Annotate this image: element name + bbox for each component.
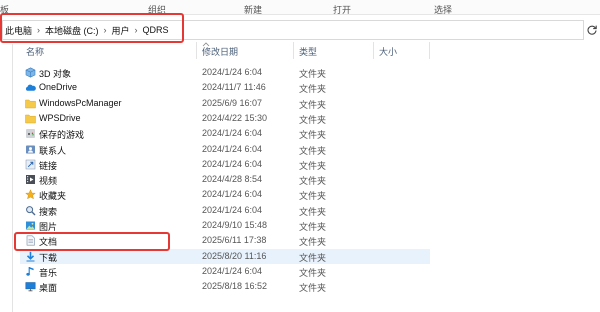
file-type: 文件夹 — [299, 206, 327, 217]
ribbon-group-new[interactable]: 新建 — [244, 3, 262, 16]
file-date-modified: 2025/8/20 11:16 — [202, 250, 267, 261]
file-type: 文件夹 — [299, 267, 327, 278]
onedrive-cloud-icon — [25, 84, 36, 92]
file-type: 文件夹 — [299, 176, 327, 187]
ribbon-group-open[interactable]: 打开 — [333, 3, 351, 16]
file-type: 文件夹 — [299, 69, 327, 79]
file-row[interactable]: 视频 2024/4/28 8:54 文件夹 — [20, 172, 430, 187]
file-row[interactable]: 搜索 2024/1/24 6:04 文件夹 — [20, 203, 430, 218]
file-date-modified: 2024/4/22 15:30 — [202, 112, 268, 123]
column-divider[interactable] — [196, 42, 197, 59]
file-name: 保存的游戏 — [39, 130, 85, 141]
file-date-modified: 2024/11/7 11:46 — [202, 82, 266, 93]
file-row[interactable]: OneDrive 2024/11/7 11:46 文件夹 — [20, 80, 430, 95]
column-divider[interactable] — [429, 42, 430, 59]
file-row[interactable]: 音乐 2024/1/24 6:04 文件夹 — [20, 264, 430, 279]
column-divider[interactable] — [293, 42, 294, 59]
music-note-icon — [26, 266, 34, 276]
column-header-name[interactable]: 名称 — [26, 45, 44, 58]
contacts-icon — [26, 145, 35, 153]
address-highlight-box — [0, 13, 184, 43]
3d-objects-icon — [25, 67, 36, 78]
file-row[interactable]: 3D 对象 2024/1/24 6:04 文件夹 — [20, 65, 430, 80]
file-date-modified: 2025/6/9 16:07 — [202, 97, 263, 108]
desktop-icon — [25, 282, 36, 292]
file-date-modified: 2024/9/10 15:48 — [202, 220, 268, 230]
file-date-modified: 2024/1/24 6:04 — [202, 189, 263, 200]
file-name: 下载 — [39, 252, 58, 263]
file-name: 链接 — [39, 160, 58, 171]
file-name: 视频 — [39, 176, 58, 187]
file-type: 文件夹 — [299, 130, 327, 141]
file-name: 桌面 — [39, 283, 58, 294]
file-row[interactable]: WPSDrive 2024/4/22 15:30 文件夹 — [20, 111, 430, 126]
file-row[interactable]: 保存的游戏 2024/1/24 6:04 文件夹 — [20, 126, 430, 141]
file-date-modified: 2024/1/24 6:04 — [202, 67, 263, 77]
file-date-modified: 2024/1/24 6:04 — [202, 158, 263, 169]
file-type: 文件夹 — [299, 84, 327, 95]
file-type: 文件夹 — [299, 237, 327, 248]
downloads-highlight-box — [14, 232, 170, 251]
file-name: 收藏夹 — [39, 191, 67, 202]
file-type: 文件夹 — [299, 191, 327, 202]
file-row[interactable]: 链接 2024/1/24 6:04 文件夹 — [20, 157, 430, 172]
column-divider[interactable] — [373, 42, 374, 59]
file-type: 文件夹 — [299, 114, 327, 125]
searches-icon — [26, 205, 36, 216]
file-row[interactable]: 联系人 2024/1/24 6:04 文件夹 — [20, 142, 430, 157]
column-header-type[interactable]: 类型 — [299, 45, 317, 58]
folder-icon — [25, 99, 36, 108]
column-header-date-modified[interactable]: 修改日期 — [202, 45, 238, 58]
favorites-star-icon — [25, 189, 36, 200]
file-row[interactable]: 图片 2024/9/10 15:48 文件夹 — [20, 218, 430, 233]
column-header-size[interactable]: 大小 — [379, 45, 397, 58]
refresh-icon[interactable] — [586, 24, 598, 36]
file-row[interactable]: 收藏夹 2024/1/24 6:04 文件夹 — [20, 187, 430, 202]
navigation-pane-border — [12, 44, 13, 312]
file-name: 3D 对象 — [39, 69, 72, 79]
file-row[interactable]: 桌面 2025/8/18 16:52 文件夹 — [20, 279, 430, 294]
file-date-modified: 2024/1/24 6:04 — [202, 265, 263, 276]
file-type: 文件夹 — [299, 145, 327, 156]
file-name: WPSDrive — [39, 112, 81, 123]
links-icon — [25, 159, 36, 170]
file-date-modified: 2024/1/24 6:04 — [202, 204, 263, 215]
ribbon-group-select[interactable]: 选择 — [434, 3, 452, 16]
file-name: 联系人 — [39, 145, 67, 156]
file-date-modified: 2025/8/18 16:52 — [202, 281, 268, 292]
file-name: 音乐 — [39, 267, 58, 278]
file-name: 搜索 — [39, 206, 58, 217]
file-date-modified: 2024/4/28 8:54 — [202, 174, 263, 185]
downloads-arrow-icon — [26, 251, 35, 262]
file-date-modified: 2024/1/24 6:04 — [202, 143, 263, 154]
file-type: 文件夹 — [299, 252, 327, 263]
file-row[interactable]: WindowsPcManager 2025/6/9 16:07 文件夹 — [20, 96, 430, 111]
file-date-modified: 2025/6/11 17:38 — [202, 235, 267, 246]
file-name: OneDrive — [39, 82, 78, 93]
file-type: 文件夹 — [299, 222, 327, 232]
file-date-modified: 2024/1/24 6:04 — [202, 128, 263, 139]
videos-icon — [26, 175, 35, 185]
file-type: 文件夹 — [299, 160, 327, 171]
file-type: 文件夹 — [299, 283, 327, 294]
file-name: WindowsPcManager — [39, 97, 122, 108]
file-type: 文件夹 — [299, 99, 327, 110]
folder-icon — [25, 114, 36, 124]
saved-games-icon — [26, 129, 35, 139]
pictures-icon — [26, 221, 35, 230]
